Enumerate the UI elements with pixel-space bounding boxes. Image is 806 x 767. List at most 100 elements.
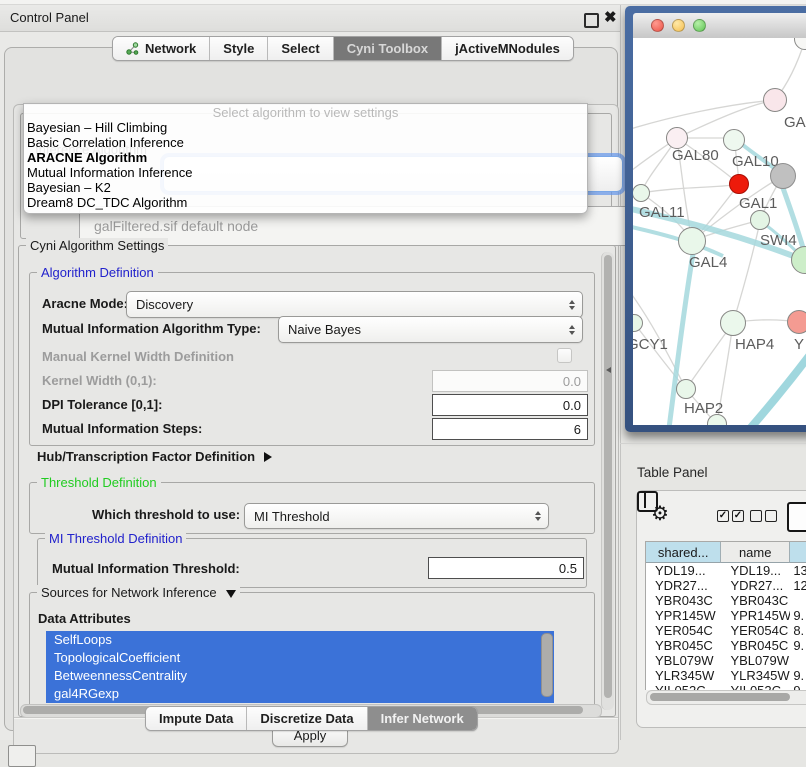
- tab-jactivemnodules[interactable]: jActiveMNodules: [441, 37, 573, 60]
- tab-impute-data[interactable]: Impute Data: [146, 707, 246, 730]
- node-label-gal11: GAL11: [639, 204, 685, 221]
- cyni-toolbox-panel: Inference Algorithm galFiltered.sif defa…: [4, 47, 618, 731]
- kernel-width-field[interactable]: 0.0: [432, 370, 588, 392]
- table-cell: YIL052C: [721, 683, 790, 690]
- dropdown-placeholder: Select algorithm to view settings: [24, 106, 587, 120]
- tab-infer-network[interactable]: Infer Network: [367, 707, 477, 730]
- tab-select[interactable]: Select: [267, 37, 332, 60]
- column-header-name[interactable]: name: [721, 542, 790, 563]
- network-view-window: GALGAL80GAL10GAL1GAL11SWI4GAL4GCY1HAP4YH…: [625, 6, 806, 432]
- close-traffic-light[interactable]: [651, 19, 664, 32]
- attribute-item-selfloops[interactable]: SelfLoops: [46, 631, 554, 649]
- table-row[interactable]: YDL19...YDL19...13: [646, 563, 806, 578]
- node-gal1[interactable]: [750, 210, 770, 230]
- node-label-gcy1: GCY1: [633, 336, 668, 353]
- table-row[interactable]: YBR043CYBR043C: [646, 593, 806, 608]
- node-label-swi4: SWI4: [760, 232, 797, 249]
- dpi-tolerance-field[interactable]: 0.0: [432, 394, 588, 416]
- algorithm-option-aracne-algorithm[interactable]: ARACNE Algorithm: [24, 150, 587, 165]
- node-hap2[interactable]: [676, 379, 696, 399]
- unchecked-box-icon: [765, 510, 777, 522]
- mi-type-combobox[interactable]: Naive Bayes: [278, 316, 583, 343]
- node-y[interactable]: [787, 310, 806, 334]
- table-cell: YBR043C: [721, 593, 790, 608]
- node-unlabeled[interactable]: [729, 174, 749, 194]
- table-row[interactable]: YDR27...YDR27...12: [646, 578, 806, 593]
- manual-kernel-label: Manual Kernel Width Definition: [42, 349, 234, 364]
- threshold-definition-title: Threshold Definition: [37, 475, 161, 490]
- sources-title[interactable]: Sources for Network Inference: [37, 585, 240, 600]
- algorithm-option-bayesian-k2[interactable]: Bayesian – K2: [24, 180, 587, 195]
- node-hap4[interactable]: [720, 310, 746, 336]
- float-window-icon[interactable]: [584, 13, 599, 28]
- close-icon[interactable]: ✖: [604, 8, 617, 26]
- table-row[interactable]: YBR045CYBR045C9.: [646, 638, 806, 653]
- node-unlabeled[interactable]: [770, 163, 796, 189]
- node-table: shared...name YDL19...YDL19...13YDR27...…: [645, 541, 806, 690]
- hub-definition-toggle[interactable]: Hub/Transcription Factor Definition: [37, 449, 272, 464]
- minimize-traffic-light[interactable]: [672, 19, 685, 32]
- aracne-mode-combobox[interactable]: Discovery: [126, 291, 583, 318]
- table-cell: YDR27...: [721, 578, 790, 593]
- table-cell: YBL079W: [646, 653, 721, 668]
- table-row[interactable]: YPR145WYPR145W9.: [646, 608, 806, 623]
- attribute-item-betweennesscentrality[interactable]: BetweennessCentrality: [46, 667, 554, 685]
- manual-kernel-checkbox[interactable]: [557, 348, 572, 363]
- attributes-scrollbar-thumb[interactable]: [541, 633, 553, 697]
- table-panel-divider: [620, 443, 806, 444]
- network-window-titlebar[interactable]: [633, 13, 806, 39]
- aracne-mode-label: Aracne Mode:: [42, 296, 128, 311]
- table-cell: [790, 593, 806, 608]
- zoom-traffic-light[interactable]: [693, 19, 706, 32]
- column-header-cut[interactable]: [790, 542, 806, 563]
- select-all-columns-icon[interactable]: ✓ ✓: [717, 510, 744, 522]
- combo-arrows-icon: [535, 511, 541, 521]
- settings-vertical-scrollbar[interactable]: [601, 252, 614, 710]
- tab-discretize-data[interactable]: Discretize Data: [246, 707, 366, 730]
- node-gal10[interactable]: [723, 129, 745, 151]
- tab-style[interactable]: Style: [209, 37, 267, 60]
- algorithm-option-mutual-information-inference[interactable]: Mutual Information Inference: [24, 165, 587, 180]
- deselect-all-columns-icon[interactable]: [750, 510, 777, 522]
- algorithm-option-dream8-dc-tdc-algorithm[interactable]: Dream8 DC_TDC Algorithm: [24, 195, 587, 210]
- attribute-item-gal4rgexp[interactable]: gal4RGexp: [46, 685, 554, 703]
- tab-label: Cyni Toolbox: [347, 41, 428, 56]
- table-cell: YDR27...: [646, 578, 721, 593]
- mi-steps-field[interactable]: 6: [432, 418, 588, 440]
- node-gal[interactable]: [763, 88, 787, 112]
- threshold-definition-group: Threshold Definition Which threshold to …: [29, 482, 595, 534]
- control-panel-tabs: NetworkStyle Select Cyni Toolbox jActiveMNo…: [112, 36, 574, 61]
- table-cell: YLR345W: [721, 668, 790, 683]
- panel-divider-arrow[interactable]: [606, 367, 611, 373]
- table-cell: YDL19...: [721, 563, 790, 578]
- which-threshold-combobox[interactable]: MI Threshold: [244, 503, 549, 529]
- tab-cyni-toolbox[interactable]: Cyni Toolbox: [333, 37, 441, 60]
- table-hscroll-thumb[interactable]: [650, 693, 790, 701]
- mi-type-value: Naive Bayes: [288, 322, 361, 337]
- network-canvas[interactable]: GALGAL80GAL10GAL1GAL11SWI4GAL4GCY1HAP4YH…: [633, 38, 806, 425]
- table-row[interactable]: YBL079WYBL079W: [646, 653, 806, 668]
- table-cell: YBL079W: [721, 653, 790, 668]
- node-gal80[interactable]: [666, 127, 688, 149]
- tab-label: Select: [281, 41, 319, 56]
- control-panel-window: Control Panel ✖ Inference Algorithm galF…: [0, 0, 621, 740]
- column-header-shared[interactable]: shared...: [646, 542, 721, 563]
- sources-title-text: Sources for Network Inference: [41, 585, 217, 600]
- node-label-y: Y: [794, 336, 804, 353]
- node-label-gal80: GAL80: [672, 147, 719, 164]
- tab-network[interactable]: Network: [113, 37, 209, 60]
- attribute-item-topologicalcoefficient[interactable]: TopologicalCoefficient: [46, 649, 554, 667]
- algorithm-option-bayesian-hill-climbing[interactable]: Bayesian – Hill Climbing: [24, 120, 587, 135]
- collapsed-panel-icon[interactable]: [8, 745, 36, 767]
- table-row[interactable]: YLR345WYLR345W9.: [646, 668, 806, 683]
- table-horizontal-scrollbar[interactable]: [646, 690, 806, 705]
- mi-threshold-field[interactable]: 0.5: [428, 557, 584, 579]
- node-gal4[interactable]: [678, 227, 706, 255]
- table-row[interactable]: YER054CYER054C8.: [646, 623, 806, 638]
- settings-vscroll-thumb[interactable]: [604, 255, 612, 698]
- table-row[interactable]: YIL052CYIL052C9: [646, 683, 806, 690]
- algorithm-option-basic-correlation-inference[interactable]: Basic Correlation Inference: [24, 135, 587, 150]
- gear-icon[interactable]: ⚙: [651, 501, 669, 526]
- control-panel-titlebar: Control Panel ✖: [0, 4, 620, 32]
- new-table-icon[interactable]: [787, 502, 806, 532]
